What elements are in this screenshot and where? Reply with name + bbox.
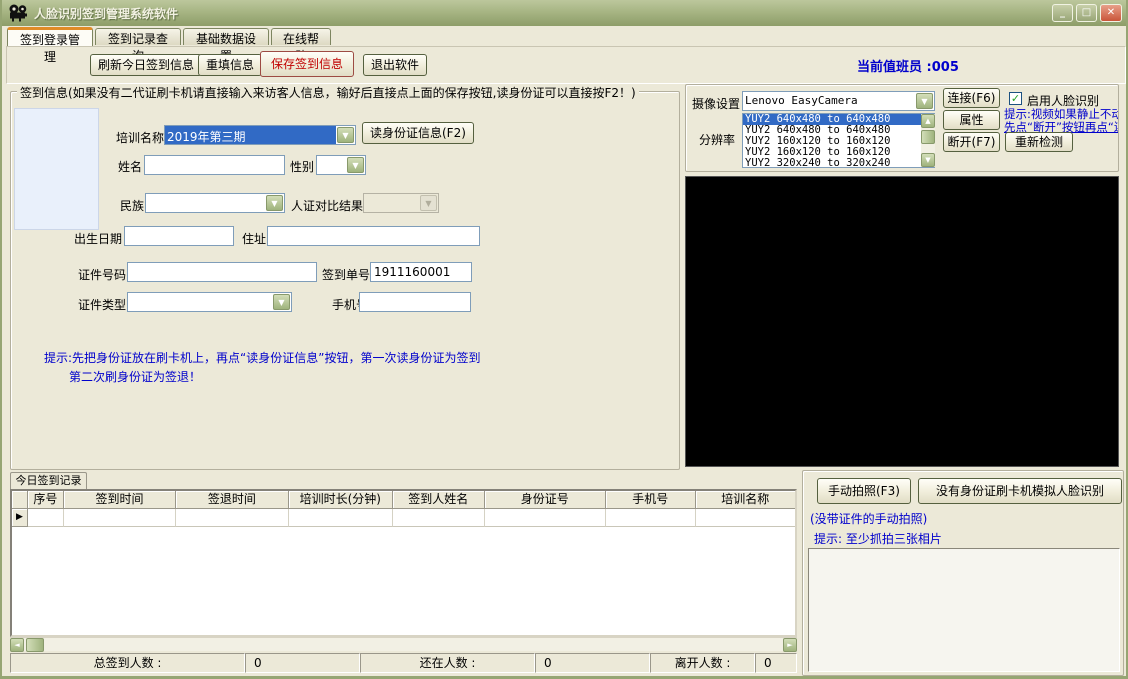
video-feed [685, 176, 1119, 467]
chevron-down-icon[interactable]: ▼ [347, 157, 364, 173]
column-header: 签到人姓名 [393, 491, 485, 509]
still-present-value: 0 [535, 653, 650, 673]
capture-note2: 提示: 至少抓拍三张相片 [814, 530, 942, 547]
column-header: 培训时长(分钟) [289, 491, 393, 509]
tab-online-help[interactable]: 在线帮助 [271, 28, 331, 45]
read-id-card-button[interactable]: 读身份证信息(F2) [362, 122, 474, 144]
training-name-combo[interactable]: 2019年第三期 ▼ [164, 125, 356, 145]
scroll-thumb[interactable] [26, 638, 44, 652]
id-number-input[interactable] [127, 262, 317, 282]
close-button[interactable]: ✕ [1100, 4, 1122, 22]
still-present-label: 还在人数 : [360, 653, 535, 673]
chevron-down-icon: ▼ [420, 195, 437, 211]
app-window: 人脸识别签到管理系统软件 _ □ ✕ 签到登录管理 签到记录查询 基础数据设置 … [0, 0, 1128, 679]
refresh-today-button[interactable]: 刷新今日签到信息 [90, 54, 202, 76]
ethnicity-combo[interactable]: ▼ [145, 193, 285, 213]
simulate-face-recognition-button[interactable]: 没有身份证刷卡机模拟人脸识别 [918, 478, 1122, 504]
scroll-left-icon[interactable]: ◄ [10, 638, 24, 652]
ethnicity-label: 民族 [120, 197, 144, 214]
camera-device-value: Lenovo EasyCamera [743, 92, 915, 110]
id-number-label: 证件号码 [78, 266, 126, 283]
face-recognition-checkbox[interactable]: ✓ [1009, 92, 1022, 105]
resolution-label: 分辨率 [699, 131, 735, 148]
camera-device-combo[interactable]: Lenovo EasyCamera ▼ [742, 91, 935, 111]
resolution-listbox: YUY2 640x480 to 640x480 YUY2 640x480 to … [742, 113, 935, 168]
connect-button[interactable]: 连接(F6) [943, 88, 1000, 108]
chevron-down-icon[interactable]: ▼ [337, 127, 354, 143]
tab-record-query[interactable]: 签到记录查询 [95, 28, 181, 45]
refill-info-button[interactable]: 重填信息 [198, 54, 262, 76]
table-row: ▶ [12, 509, 795, 527]
tab-basic-data[interactable]: 基础数据设置 [183, 28, 269, 45]
total-signin-label: 总签到人数 : [10, 653, 245, 673]
chevron-down-icon[interactable]: ▼ [273, 294, 290, 310]
main-tabbar: 签到登录管理 签到记录查询 基础数据设置 在线帮助 [2, 27, 1126, 46]
signin-no-label: 签到单号 [322, 266, 370, 283]
gender-combo[interactable]: ▼ [316, 155, 366, 175]
id-type-label: 证件类型 [78, 296, 126, 313]
gender-label: 性别 [290, 158, 314, 175]
save-signin-button[interactable]: 保存签到信息 [260, 51, 354, 77]
signin-form-legend: 签到信息(如果没有二代证刷卡机请直接输入来访客人信息，输好后直接点上面的保存按钮… [17, 84, 639, 101]
properties-button[interactable]: 属性 [943, 110, 1000, 130]
form-hint-line2: 第二次刷身份证为签退！ [69, 368, 201, 385]
exit-button[interactable]: 退出软件 [363, 54, 427, 76]
id-type-combo[interactable]: ▼ [127, 292, 292, 312]
phone-input[interactable] [359, 292, 471, 312]
total-signin-value: 0 [245, 653, 360, 673]
title-bar: 人脸识别签到管理系统软件 _ □ ✕ [2, 0, 1126, 26]
column-header: 手机号 [606, 491, 696, 509]
selector-header-cell [12, 491, 28, 509]
window-title: 人脸识别签到管理系统软件 [34, 5, 178, 22]
address-label: 住址 [242, 230, 266, 247]
maximize-button[interactable]: □ [1076, 4, 1097, 22]
scroll-down-icon[interactable]: ▼ [921, 153, 935, 167]
resolution-scrollbar[interactable]: ▲ ▼ [921, 114, 935, 167]
training-name-label: 培训名称 [116, 129, 164, 146]
tab-signin-management[interactable]: 签到登录管理 [7, 27, 93, 46]
row-marker-icon: ▶ [12, 509, 28, 527]
records-table: 序号 签到时间 签退时间 培训时长(分钟) 签到人姓名 身份证号 手机号 培训名… [10, 489, 797, 637]
signin-no-input[interactable] [370, 262, 472, 282]
column-header: 培训名称 [696, 491, 795, 509]
column-header: 序号 [28, 491, 64, 509]
app-camera-icon [8, 4, 28, 22]
camera-setting-label: 摄像设置 [692, 95, 740, 112]
form-hint-line1: 提示:先把身份证放在刷卡机上，再点“读身份证信息”按钮，第一次读身份证为签到 [44, 349, 480, 366]
address-input[interactable] [267, 226, 480, 246]
column-header: 身份证号 [485, 491, 606, 509]
compare-result-combo: ▼ [363, 193, 439, 213]
training-name-value: 2019年第三期 [165, 126, 336, 144]
resolution-option[interactable]: YUY2 320x240 to 320x240 [743, 158, 934, 168]
disconnect-button[interactable]: 断开(F7) [943, 132, 1000, 152]
column-header: 签退时间 [176, 491, 288, 509]
table-header-row: 序号 签到时间 签退时间 培训时长(分钟) 签到人姓名 身份证号 手机号 培训名… [12, 491, 795, 509]
name-label: 姓名 [118, 158, 142, 175]
left-count-label: 离开人数 : [650, 653, 755, 673]
chevron-down-icon[interactable]: ▼ [916, 93, 933, 109]
table-horizontal-scrollbar[interactable]: ◄ ► [10, 637, 797, 651]
id-photo-placeholder [14, 108, 99, 230]
manual-photo-button[interactable]: 手动拍照(F3) [817, 478, 911, 504]
scroll-thumb[interactable] [921, 130, 935, 144]
minimize-button[interactable]: _ [1052, 4, 1073, 22]
today-records-tab[interactable]: 今日签到记录 [10, 472, 87, 489]
name-input[interactable] [144, 155, 285, 175]
scroll-up-icon[interactable]: ▲ [921, 114, 935, 128]
birth-date-input[interactable] [124, 226, 234, 246]
duty-officer-label: 当前值班员 :005 [857, 56, 959, 75]
birth-date-label: 出生日期 [74, 230, 122, 247]
captured-photos-area [808, 548, 1120, 672]
scroll-right-icon[interactable]: ► [783, 638, 797, 652]
compare-result-label: 人证对比结果 [291, 197, 363, 214]
chevron-down-icon[interactable]: ▼ [266, 195, 283, 211]
left-count-value: 0 [755, 653, 797, 673]
redetect-button[interactable]: 重新检测 [1005, 132, 1073, 152]
capture-note1: (没带证件的手动拍照) [810, 510, 927, 527]
column-header: 签到时间 [64, 491, 176, 509]
